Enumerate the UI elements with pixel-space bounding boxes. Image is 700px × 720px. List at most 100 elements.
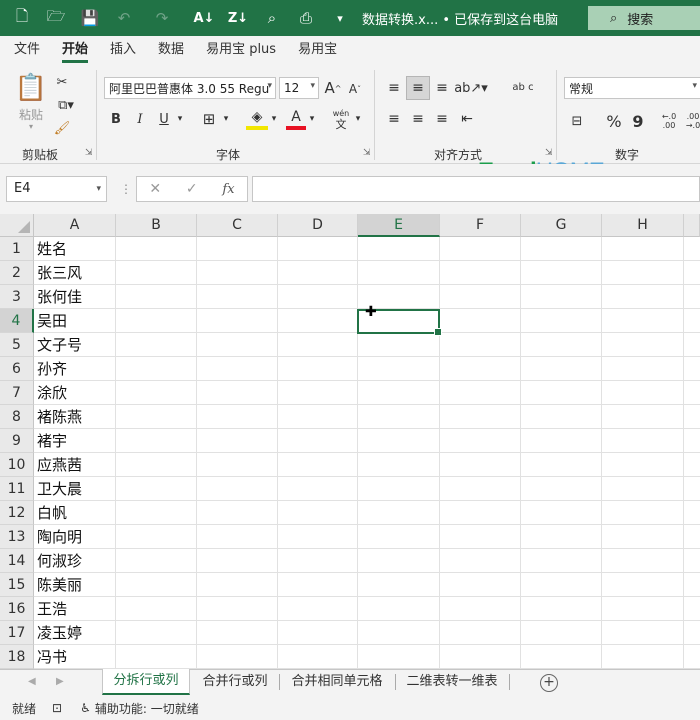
increase-decimal-button[interactable]: ←.0 .00 xyxy=(658,108,680,134)
cell-a6[interactable]: 孙齐 xyxy=(37,357,67,381)
cell-a7[interactable]: 涂欣 xyxy=(37,381,67,405)
macro-record-icon[interactable]: ⊡ xyxy=(52,701,62,715)
row-header-3[interactable]: 3 xyxy=(0,285,34,309)
row-header-5[interactable]: 5 xyxy=(0,333,34,357)
number-format-combo[interactable]: 常规 ▾ xyxy=(564,77,700,99)
row-header-4[interactable]: 4 xyxy=(0,309,34,333)
font-launcher-icon[interactable]: ⇲ xyxy=(363,148,371,158)
sort-ascending-icon[interactable]: A↓ xyxy=(192,6,216,30)
cell-a3[interactable]: 张何佳 xyxy=(37,285,82,309)
cut-icon[interactable]: ✂ xyxy=(52,72,72,92)
sheet-tab-merge-cells[interactable]: 合并相同单元格 xyxy=(280,670,394,694)
cell-a2[interactable]: 张三风 xyxy=(37,261,82,285)
row-header-17[interactable]: 17 xyxy=(0,621,34,645)
document-title[interactable]: 数据转换.x... • 已保存到这台电脑 xyxy=(362,9,558,28)
sheet-tab-split[interactable]: 分拆行或列 xyxy=(102,669,190,695)
paste-button[interactable]: 粘贴 xyxy=(14,106,48,122)
column-header-e[interactable]: E xyxy=(358,214,440,237)
tab-yiyongbao[interactable]: 易用宝 xyxy=(287,36,348,64)
font-color-button[interactable]: A xyxy=(286,108,306,130)
cell-a10[interactable]: 应燕茜 xyxy=(37,453,82,477)
row-header-15[interactable]: 15 xyxy=(0,573,34,597)
row-header-6[interactable]: 6 xyxy=(0,357,34,381)
row-header-10[interactable]: 10 xyxy=(0,453,34,477)
tab-insert[interactable]: 插入 xyxy=(99,36,147,64)
row-header-12[interactable]: 12 xyxy=(0,501,34,525)
add-sheet-icon[interactable]: + xyxy=(540,674,558,692)
accessibility-icon[interactable]: ♿ xyxy=(80,701,91,715)
phonetic-guide-button[interactable]: wén 文 xyxy=(330,106,352,132)
fill-color-icon[interactable]: ◈ xyxy=(246,108,268,130)
align-right-icon[interactable]: ≡ xyxy=(431,108,453,130)
row-header-2[interactable]: 2 xyxy=(0,261,34,285)
grow-font-button[interactable]: A ^ xyxy=(324,77,342,99)
bold-button[interactable]: B xyxy=(106,108,126,130)
underline-dropdown-icon[interactable]: ▾ xyxy=(174,108,186,130)
align-left-icon[interactable]: ≡ xyxy=(383,108,405,130)
cell-a16[interactable]: 王浩 xyxy=(37,597,67,621)
save-icon[interactable]: 💾 xyxy=(78,6,102,30)
cell-a9[interactable]: 褚宇 xyxy=(37,429,67,453)
cancel-icon[interactable]: ✕ xyxy=(149,181,161,197)
row-header-7[interactable]: 7 xyxy=(0,381,34,405)
copy-icon[interactable]: ⧉▾ xyxy=(52,95,80,115)
column-header-c[interactable]: C xyxy=(197,214,278,237)
decrease-indent-icon[interactable]: ⇤ xyxy=(456,108,478,130)
column-header-h[interactable]: H xyxy=(602,214,684,237)
row-header-8[interactable]: 8 xyxy=(0,405,34,429)
alignment-launcher-icon[interactable]: ⇲ xyxy=(545,148,553,158)
cell-a12[interactable]: 白帆 xyxy=(37,501,67,525)
column-header-d[interactable]: D xyxy=(278,214,358,237)
column-header-a[interactable]: A xyxy=(34,214,116,237)
percent-style-button[interactable]: % xyxy=(604,110,624,132)
row-header-1[interactable]: 1 xyxy=(0,237,34,261)
sheet-tab-merge-rows[interactable]: 合并行或列 xyxy=(192,670,278,694)
worksheet-grid[interactable]: A B C D E F G H 1 姓名 2 张三风 3 张何佳 4 吴田 5 文子号 6 孙齐 7 涂欣… xyxy=(0,214,700,669)
quick-print-icon[interactable]: ⎙ xyxy=(294,6,318,30)
borders-dropdown-icon[interactable]: ▾ xyxy=(220,108,232,130)
find-icon[interactable]: ⌕ xyxy=(260,6,284,30)
top-align-icon[interactable]: ≡ xyxy=(383,76,405,100)
font-color-dropdown-icon[interactable]: ▾ xyxy=(306,108,318,130)
tab-file[interactable]: 文件 xyxy=(0,36,51,64)
cell-a15[interactable]: 陈美丽 xyxy=(37,573,82,597)
cell-a14[interactable]: 何淑珍 xyxy=(37,549,82,573)
tab-home[interactable]: 开始 xyxy=(51,36,99,64)
row-header-13[interactable]: 13 xyxy=(0,525,34,549)
row-header-14[interactable]: 14 xyxy=(0,549,34,573)
shrink-font-button[interactable]: Aˇ xyxy=(346,79,364,99)
enter-icon[interactable]: ✓ xyxy=(186,181,198,197)
sheet-tab-unpivot[interactable]: 二维表转一维表 xyxy=(396,670,508,694)
select-all-button[interactable] xyxy=(0,214,34,237)
cell-a13[interactable]: 陶向明 xyxy=(37,525,82,549)
wrap-text-button[interactable]: ab c xyxy=(510,74,536,102)
cell-a8[interactable]: 褚陈燕 xyxy=(37,405,82,429)
accounting-format-icon[interactable]: ⊟ xyxy=(566,110,588,132)
row-header-9[interactable]: 9 xyxy=(0,429,34,453)
formula-input[interactable] xyxy=(252,176,700,202)
cell-a17[interactable]: 凌玉婷 xyxy=(37,621,82,645)
cell-a18[interactable]: 冯书 xyxy=(37,645,67,669)
orientation-icon[interactable]: ab↗▾ xyxy=(454,76,488,100)
comma-style-button[interactable]: 9 xyxy=(628,110,648,132)
font-name-combo[interactable]: 阿里巴巴普惠体 3.0 55 Regu ▾ xyxy=(104,77,276,99)
next-sheet-icon[interactable]: ▶ xyxy=(56,676,64,687)
paste-icon[interactable]: 📋 xyxy=(14,70,48,106)
underline-button[interactable]: U xyxy=(154,108,174,130)
font-size-combo[interactable]: 12 ▾ xyxy=(279,77,319,99)
bottom-align-icon[interactable]: ≡ xyxy=(431,76,453,100)
format-painter-icon[interactable]: 🖌 xyxy=(52,118,72,138)
column-header-f[interactable]: F xyxy=(440,214,521,237)
new-file-icon[interactable]: 🗋 xyxy=(10,6,34,30)
search-box[interactable]: ⌕ 搜索 xyxy=(588,6,700,30)
name-box[interactable]: E4 ▾ xyxy=(6,176,107,202)
insert-function-button[interactable]: fx xyxy=(222,182,234,197)
formula-bar-splitter-icon[interactable]: ⋮ xyxy=(120,182,132,196)
clipboard-launcher-icon[interactable]: ⇲ xyxy=(85,148,93,158)
phonetic-dropdown-icon[interactable]: ▾ xyxy=(352,108,364,130)
fill-color-dropdown-icon[interactable]: ▾ xyxy=(268,108,280,130)
cell-a1[interactable]: 姓名 xyxy=(37,237,67,261)
cell-a5[interactable]: 文子号 xyxy=(37,333,82,357)
customize-toolbar-icon[interactable]: ▾ xyxy=(328,6,352,30)
sort-descending-icon[interactable]: Z↓ xyxy=(226,6,250,30)
